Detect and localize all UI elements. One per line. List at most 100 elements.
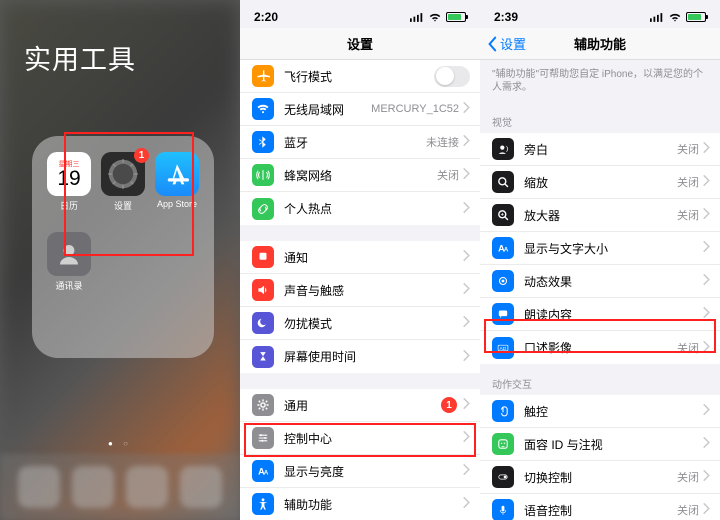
settings-row-switchctl[interactable]: 切换控制关闭: [480, 461, 720, 494]
settings-row-textsize[interactable]: AA显示与文字大小: [480, 232, 720, 265]
row-value: 关闭: [677, 502, 699, 518]
row-value: 未连接: [426, 134, 459, 150]
settings-row-faceid[interactable]: 面容 ID 与注视: [480, 428, 720, 461]
row-label: 飞行模式: [284, 68, 434, 85]
chevron-right-icon: [703, 175, 710, 189]
row-value: 关闭: [677, 141, 699, 157]
bluetooth-icon: [252, 131, 274, 153]
wifi-icon: [428, 13, 442, 22]
row-label: 缩放: [524, 174, 677, 191]
chevron-right-icon: [703, 503, 710, 517]
chevron-right-icon: [463, 283, 470, 297]
battery-icon: [686, 12, 706, 22]
back-button[interactable]: 设置: [486, 34, 526, 53]
settings-row-voiceover[interactable]: 旁白关闭: [480, 133, 720, 166]
row-label: 辅助功能: [284, 496, 463, 513]
back-label: 设置: [500, 34, 526, 53]
chevron-right-icon: [463, 168, 470, 182]
settings-row-touch[interactable]: 触控: [480, 395, 720, 428]
navbar: 设置: [240, 28, 480, 60]
row-value: 关闭: [677, 469, 699, 485]
antenna-icon: [252, 164, 274, 186]
settings-row-antenna[interactable]: 蜂窝网络关闭: [240, 159, 480, 192]
section-header: 视觉: [480, 102, 720, 133]
chevron-right-icon: [703, 142, 710, 156]
link-icon: [252, 198, 274, 220]
motion-icon: [492, 270, 514, 292]
settings-row-gear[interactable]: 通用1: [240, 389, 480, 422]
section-note: "辅助功能"可帮助您自定 iPhone，以满足您的个人需求。: [480, 60, 720, 102]
settings-row-bell[interactable]: 通知: [240, 241, 480, 274]
chevron-right-icon: [703, 470, 710, 484]
row-label: 面容 ID 与注视: [524, 436, 703, 453]
row-label: 通用: [284, 397, 441, 414]
row-label: 显示与亮度: [284, 463, 463, 480]
app-label: 通讯录: [55, 279, 82, 292]
zoom-icon: [492, 171, 514, 193]
row-label: 语音控制: [524, 502, 677, 519]
row-label: 切换控制: [524, 469, 677, 486]
settings-row-link[interactable]: 个人热点: [240, 192, 480, 225]
row-label: 蓝牙: [284, 134, 426, 151]
textsize-icon: AA: [492, 237, 514, 259]
toggle-switch[interactable]: [434, 66, 470, 87]
status-time: 2:20: [254, 10, 278, 24]
row-label: 声音与触感: [284, 282, 463, 299]
accessibility-list: 视觉旁白关闭缩放关闭放大器关闭AA显示与文字大小动态效果朗读内容AD口述影像关闭…: [480, 102, 720, 520]
chevron-right-icon: [463, 202, 470, 216]
chevron-right-icon: [463, 316, 470, 330]
switchctl-icon: [492, 466, 514, 488]
settings-row-moon[interactable]: 勿扰模式: [240, 307, 480, 340]
settings-row-accessibility[interactable]: 辅助功能: [240, 488, 480, 520]
status-time: 2:39: [494, 10, 518, 24]
row-label: 屏幕使用时间: [284, 348, 463, 365]
settings-root-panel: 2:20 设置 飞行模式无线局域网MERCURY_1C52蓝牙未连接蜂窝网络关闭…: [240, 0, 480, 520]
chevron-right-icon: [463, 464, 470, 478]
chevron-right-icon: [703, 437, 710, 451]
settings-row-magnifier[interactable]: 放大器关闭: [480, 199, 720, 232]
chevron-right-icon: [703, 404, 710, 418]
highlight-box: [64, 132, 194, 256]
hourglass-icon: [252, 346, 274, 368]
section-header: 动作交互: [480, 364, 720, 395]
faceid-icon: [492, 433, 514, 455]
moon-icon: [252, 312, 274, 334]
nav-title: 辅助功能: [574, 34, 626, 53]
settings-row-airplane[interactable]: 飞行模式: [240, 60, 480, 93]
row-label: 无线局域网: [284, 101, 371, 118]
row-value: 关闭: [677, 207, 699, 223]
voiceover-icon: [492, 138, 514, 160]
highlight-box: [484, 319, 716, 353]
row-label: 通知: [284, 249, 463, 266]
settings-row-wifi[interactable]: 无线局域网MERCURY_1C52: [240, 93, 480, 126]
status-right: [650, 12, 706, 22]
row-label: 触控: [524, 403, 703, 420]
chevron-right-icon: [463, 135, 470, 149]
row-label: 勿扰模式: [284, 315, 463, 332]
row-label: 动态效果: [524, 273, 703, 290]
svg-text:A: A: [504, 247, 509, 254]
settings-row-voicectl[interactable]: 语音控制关闭: [480, 494, 720, 520]
settings-row-bluetooth[interactable]: 蓝牙未连接: [240, 126, 480, 159]
speaker-icon: [252, 279, 274, 301]
dock-blurred: [0, 454, 240, 520]
settings-row-motion[interactable]: 动态效果: [480, 265, 720, 298]
row-label: 个人热点: [284, 200, 463, 217]
highlight-box: [244, 423, 476, 457]
settings-row-hourglass[interactable]: 屏幕使用时间: [240, 340, 480, 373]
settings-row-zoom[interactable]: 缩放关闭: [480, 166, 720, 199]
nav-title: 设置: [347, 34, 373, 53]
chevron-right-icon: [463, 250, 470, 264]
wifi-icon: [668, 13, 682, 22]
settings-row-textsize[interactable]: AA显示与亮度: [240, 455, 480, 488]
row-value: MERCURY_1C52: [371, 103, 459, 115]
chevron-right-icon: [463, 398, 470, 412]
airplane-icon: [252, 65, 274, 87]
accessibility-icon: [252, 493, 274, 515]
signal-icon: [650, 13, 664, 22]
status-bar: 2:20: [240, 0, 480, 28]
settings-row-speaker[interactable]: 声音与触感: [240, 274, 480, 307]
voicectl-icon: [492, 499, 514, 520]
chevron-right-icon: [463, 102, 470, 116]
row-label: 蜂窝网络: [284, 167, 437, 184]
